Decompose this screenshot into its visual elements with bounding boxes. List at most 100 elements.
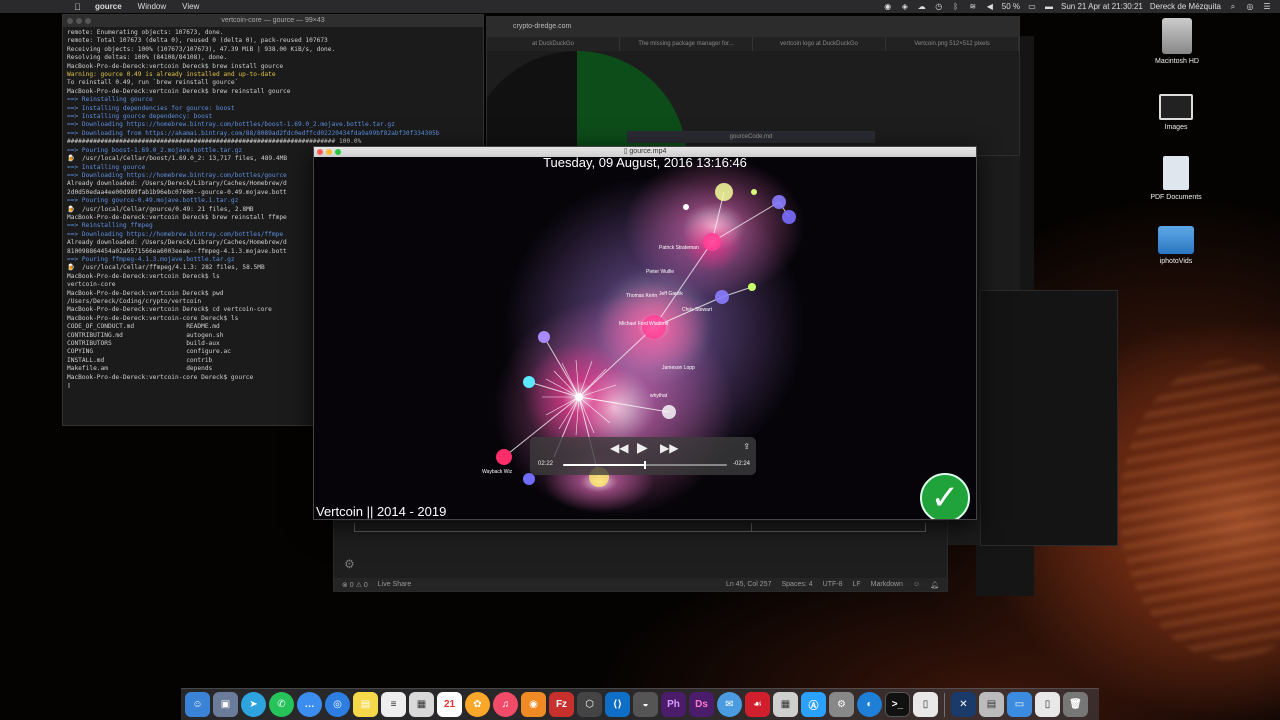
mendeley-icon[interactable]: ☙ xyxy=(745,692,770,717)
menu-clock[interactable]: Sun 21 Apr at 21:30:21 xyxy=(1061,2,1143,11)
zoom-button[interactable] xyxy=(85,18,91,24)
minimize-button[interactable] xyxy=(76,18,82,24)
photos-icon[interactable]: ✿ xyxy=(465,692,490,717)
messages-icon[interactable]: … xyxy=(297,692,322,717)
trash-icon[interactable]: 🗑︎ xyxy=(1063,692,1088,717)
location-icon[interactable]: ◈ xyxy=(900,2,910,11)
desktop-icon-iphotovids[interactable]: iphotoVids xyxy=(1136,226,1216,265)
battery-icon[interactable]: ▭ xyxy=(1027,2,1037,11)
line-ending[interactable]: LF xyxy=(852,581,860,589)
edge-icon[interactable]: ◐ xyxy=(857,692,882,717)
app-store-icon[interactable]: Ⓐ xyxy=(801,692,826,717)
terminal-line: Resolving deltas: 100% (84108/84108), do… xyxy=(67,54,228,62)
apple-menu-icon[interactable]:  xyxy=(74,2,86,12)
share-icon[interactable]: ⇪ xyxy=(743,442,750,451)
browser-tab[interactable]: vertcoin logo at DuckDuckGo xyxy=(753,37,886,51)
live-share-button[interactable]: Live Share xyxy=(378,581,411,589)
desktop-icon-images[interactable]: Images xyxy=(1136,94,1216,131)
mail-icon[interactable]: ✉ xyxy=(717,692,742,717)
scrubber-track[interactable] xyxy=(563,461,727,469)
github-icon[interactable]: ◒ xyxy=(633,692,658,717)
editor-tab-title[interactable]: gourceCode.md xyxy=(627,131,875,143)
browser-tab[interactable]: Vertcoin.png 512×512 pixels xyxy=(886,37,1019,51)
desktop-icon-macintosh-hd[interactable]: Macintosh HD xyxy=(1137,18,1217,65)
siri-icon[interactable]: ◎ xyxy=(1245,2,1255,11)
zoom-button[interactable] xyxy=(335,149,341,155)
cloud-icon[interactable]: ☁ xyxy=(917,2,927,11)
preview-docs-icon[interactable]: ▦ xyxy=(409,692,434,717)
encoding[interactable]: UTF-8 xyxy=(823,581,843,589)
browser-window[interactable]: crypto-dredge.com at DuckDuckGo The miss… xyxy=(486,16,1020,161)
document-stack-icon[interactable]: ▯ xyxy=(1035,692,1060,717)
calculator-icon[interactable]: ▦ xyxy=(773,692,798,717)
hard-drive-icon xyxy=(1162,18,1192,54)
bell-icon[interactable]: 🔔︎ xyxy=(930,581,939,589)
system-preferences-icon[interactable]: ⚙ xyxy=(829,692,854,717)
downloads-stack-icon[interactable]: ▤ xyxy=(979,692,1004,717)
close-button[interactable] xyxy=(317,149,323,155)
problems-count[interactable]: ⊗ 0 ⚠ 0 xyxy=(342,581,368,589)
document-icon[interactable]: ▯ xyxy=(913,692,938,717)
rewind-button[interactable]: ◀◀ xyxy=(610,441,628,455)
feedback-icon[interactable]: ☺ xyxy=(913,581,920,589)
browser-content-pie-graphic xyxy=(487,51,687,161)
unity-icon[interactable]: ⬡ xyxy=(577,692,602,717)
music-icon[interactable]: ♫ xyxy=(493,692,518,717)
play-button[interactable]: ▶ xyxy=(637,439,648,456)
folder-icon[interactable]: ▭ xyxy=(1007,692,1032,717)
telegram-icon[interactable]: ➤ xyxy=(241,692,266,717)
preview-icon[interactable]: ▣ xyxy=(213,692,238,717)
desktop-icon-label: PDF Documents xyxy=(1150,194,1202,201)
flag-icon[interactable]: ▬ xyxy=(1044,2,1054,11)
vscode-icon[interactable]: ⟨⟩ xyxy=(605,692,630,717)
dock-separator xyxy=(944,692,945,717)
browser-tab[interactable]: The missing package manager for... xyxy=(620,37,753,51)
search-icon[interactable]: ⌕ xyxy=(1228,2,1238,12)
contributor-label: Pieter Wuille xyxy=(646,269,674,275)
whatsapp-icon[interactable]: ✆ xyxy=(269,692,294,717)
menu-window[interactable]: Window xyxy=(138,2,166,11)
photoshop-icon[interactable]: Ph xyxy=(661,692,686,717)
quicktime-window[interactable]: ▯ gource.mp4 Tuesday, 09 August, 2016 13… xyxy=(313,146,977,520)
code-editor-window[interactable]: ⚙ ⊗ 0 ⚠ 0 Live Share Ln 45, Col 257 Spac… xyxy=(333,520,948,592)
browser-url[interactable]: crypto-dredge.com xyxy=(513,23,571,30)
battery-percent[interactable]: 50 % xyxy=(1002,2,1020,11)
current-time: 02:22 xyxy=(538,461,554,467)
dock: ☺ ▣ ➤ ✆ … ◎ ▤ ≡ ▦ 21 ✿ ♫ ◉ Fz ⬡ ⟨⟩ ◒ Ph … xyxy=(181,688,1099,720)
safari-icon[interactable]: ◎ xyxy=(325,692,350,717)
blender-icon[interactable]: ◉ xyxy=(521,692,546,717)
terminal-line: Receiving objects: 100% (107673/107673),… xyxy=(67,45,336,53)
browser-address-bar[interactable]: crypto-dredge.com xyxy=(487,17,1019,37)
indentation[interactable]: Spaces: 4 xyxy=(782,581,813,589)
browser-tab[interactable]: at DuckDuckGo xyxy=(487,37,620,51)
notes-icon[interactable]: ▤ xyxy=(353,692,378,717)
filezilla-icon[interactable]: Fz xyxy=(549,692,574,717)
notification-center-icon[interactable]: ☰ xyxy=(1262,2,1272,11)
wifi-icon[interactable]: ≋ xyxy=(968,2,978,11)
close-button[interactable] xyxy=(67,18,73,24)
volume-icon[interactable]: ◀ xyxy=(985,2,995,11)
editor-panel-frame xyxy=(354,523,926,532)
text-edit-icon[interactable]: ≡ xyxy=(381,692,406,717)
scrubber-handle[interactable] xyxy=(644,461,646,469)
contributor-label: Patrick Strateman xyxy=(659,245,699,251)
contributor-label: Wladimir xyxy=(649,321,669,327)
calendar-icon[interactable]: 21 xyxy=(437,692,462,717)
time-machine-icon[interactable]: ◷ xyxy=(934,2,944,11)
minimize-button[interactable] xyxy=(326,149,332,155)
crossover-icon[interactable]: ✕ xyxy=(951,692,976,717)
terminal-icon[interactable]: >_ xyxy=(885,692,910,717)
bluetooth-icon[interactable]: ᛒ xyxy=(951,2,961,11)
fast-forward-button[interactable]: ▶▶ xyxy=(660,441,678,455)
desktop-icon-pdf-documents[interactable]: PDF Documents xyxy=(1136,156,1216,201)
language-mode[interactable]: Markdown xyxy=(871,581,903,589)
menu-view[interactable]: View xyxy=(182,2,199,11)
menu-user[interactable]: Dereck de Mézquita xyxy=(1150,2,1221,11)
video-frame[interactable]: Tuesday, 09 August, 2016 13:16:46 Patric… xyxy=(314,157,976,519)
finder-icon[interactable]: ☺ xyxy=(185,692,210,717)
indesign-icon[interactable]: Ds xyxy=(689,692,714,717)
menu-app-name[interactable]: gourcе xyxy=(95,2,122,11)
gear-icon[interactable]: ⚙ xyxy=(344,557,355,571)
cursor-position[interactable]: Ln 45, Col 257 xyxy=(726,581,772,589)
record-icon[interactable]: ◉ xyxy=(883,2,893,11)
